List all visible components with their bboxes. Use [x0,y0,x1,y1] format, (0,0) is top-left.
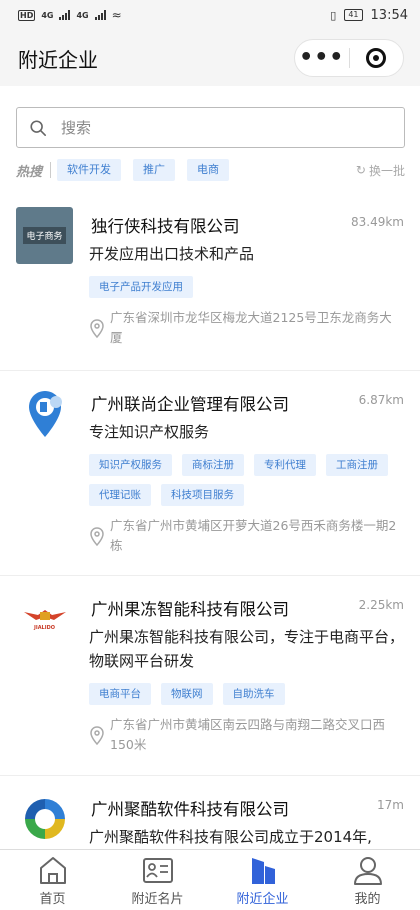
signal-icon-2 [94,10,106,20]
clock: 13:54 [370,7,408,23]
address-text: 广东省广州市黄埔区开萝大道26号西禾商务楼一期2栋 [110,518,397,553]
nav-label: 我的 [354,891,381,907]
hot-tag[interactable]: 电商 [187,159,230,181]
company-logo [16,790,73,847]
hot-search-label: 热搜 [16,164,43,180]
building-icon [251,857,275,884]
company-tag[interactable]: 电子产品开发应用 [89,276,193,298]
company-distance: 83.49km [351,215,404,229]
hot-tag[interactable]: 推广 [133,159,176,181]
nav-label: 附近企业 [236,891,289,907]
logo-text: 电子商务 [23,227,66,244]
company-desc: 广州聚酷软件科技有限公司成立于2014年, [89,828,372,846]
nav-label: 附近名片 [131,891,184,907]
hot-tag[interactable]: 软件开发 [57,159,122,181]
nav-item-cards[interactable]: 附近名片 [105,850,210,910]
company-tags: 电子产品开发应用 [89,276,404,298]
close-target-icon [366,48,387,68]
company-tags: 知识产权服务 商标注册 专利代理 工商注册 代理记账 科技项目服务 [89,454,404,506]
company-address: 广东省广州市黄埔区开萝大道26号西禾商务楼一期2栋 [89,516,404,568]
company-desc: 广州果冻智能科技有限公司，专注于电商平台，物联网平台研发 [89,628,405,670]
company-card[interactable]: 电子商务 独行侠科技有限公司 83.49km 开发应用出口技术和产品 电子产品开… [0,193,420,371]
company-name: 广州果冻智能科技有限公司 [91,600,289,619]
status-bar: HD 4G 4G ≈ ▯ 41 13:54 [0,0,420,30]
company-logo: JIALIDO [16,590,73,647]
company-address: 广东省广州市黄埔区南云四路与南翔二路交叉口西150米 [89,715,404,767]
signal-icon [59,10,71,20]
location-pin-icon [90,527,104,547]
company-logo [16,385,73,442]
company-tag[interactable]: 商标注册 [182,454,244,476]
title-bar: 附近企业 ••• [0,30,420,86]
user-icon [353,856,382,885]
status-right: ▯ 41 13:54 [330,8,408,23]
location-pin-icon [90,726,104,746]
logo-text: JIALIDO [33,624,56,631]
company-tag[interactable]: 知识产权服务 [89,454,172,476]
company-address: 广东省深圳市龙华区梅龙大道2125号卫东龙商务大厦 [89,308,404,360]
nav-item-me[interactable]: 我的 [315,850,420,910]
pin-ip-logo-icon [28,390,62,437]
nav-label: 首页 [39,891,66,907]
company-card[interactable]: JIALIDO 广州果冻智能科技有限公司 2.25km 广州果冻智能科技有限公司… [0,576,420,776]
refresh-label: 换一批 [368,163,405,178]
net1-label: 4G [41,10,54,20]
bottom-nav: 首页 附近名片 附近企业 我的 [0,849,420,910]
wifi-icon: ≈ [111,8,122,22]
location-pin-icon [90,319,104,339]
miniprogram-capsule: ••• [294,39,404,77]
company-desc: 开发应用出口技术和产品 [89,245,255,263]
vibrate-icon: ▯ [330,8,337,22]
company-distance: 2.25km [358,598,404,612]
company-tags: 电商平台 物联网 自助洗车 [89,683,404,705]
status-left: HD 4G 4G ≈ [18,8,122,22]
company-distance: 6.87km [358,393,404,407]
hot-search-row: 热搜 软件开发 推广 电商 ↻ 换一批 [16,157,405,183]
company-tag[interactable]: 工商注册 [326,454,388,476]
search-icon [30,119,47,136]
nav-item-companies[interactable]: 附近企业 [210,850,315,910]
swirl-logo-icon [24,798,65,839]
refresh-button[interactable]: ↻ 换一批 [356,162,405,179]
more-button[interactable]: ••• [295,47,349,69]
company-tag[interactable]: 代理记账 [89,484,151,506]
hd-indicator: HD [18,9,36,21]
company-name: 独行侠科技有限公司 [91,217,240,236]
company-tag[interactable]: 电商平台 [89,683,151,705]
company-logo: 电子商务 [16,207,73,264]
company-desc: 专注知识产权服务 [89,423,210,441]
refresh-icon: ↻ [355,163,366,177]
close-button[interactable] [350,48,404,68]
company-tag[interactable]: 自助洗车 [222,683,285,705]
address-text: 广东省广州市黄埔区南云四路与南翔二路交叉口西150米 [110,717,386,752]
company-distance: 17m [377,798,404,812]
wings-logo-icon [23,609,66,620]
company-tag[interactable]: 科技项目服务 [161,484,244,506]
company-name: 广州联尚企业管理有限公司 [91,395,289,414]
company-tag[interactable]: 专利代理 [254,454,316,476]
address-text: 广东省深圳市龙华区梅龙大道2125号卫东龙商务大厦 [110,310,392,345]
battery-icon: 41 [344,9,363,21]
company-card[interactable]: 广州联尚企业管理有限公司 6.87km 专注知识产权服务 知识产权服务 商标注册… [0,371,420,576]
card-icon [142,857,173,883]
home-icon [39,856,66,884]
page-title: 附近企业 [18,47,98,72]
company-list: 电子商务 独行侠科技有限公司 83.49km 开发应用出口技术和产品 电子产品开… [0,193,420,896]
hot-divider [50,162,52,178]
net2-label: 4G [76,10,89,20]
search-box[interactable] [16,107,405,148]
company-tag[interactable]: 物联网 [161,683,213,705]
search-input[interactable] [61,118,361,137]
nav-item-home[interactable]: 首页 [0,850,105,910]
company-name: 广州聚酷软件科技有限公司 [91,800,289,819]
